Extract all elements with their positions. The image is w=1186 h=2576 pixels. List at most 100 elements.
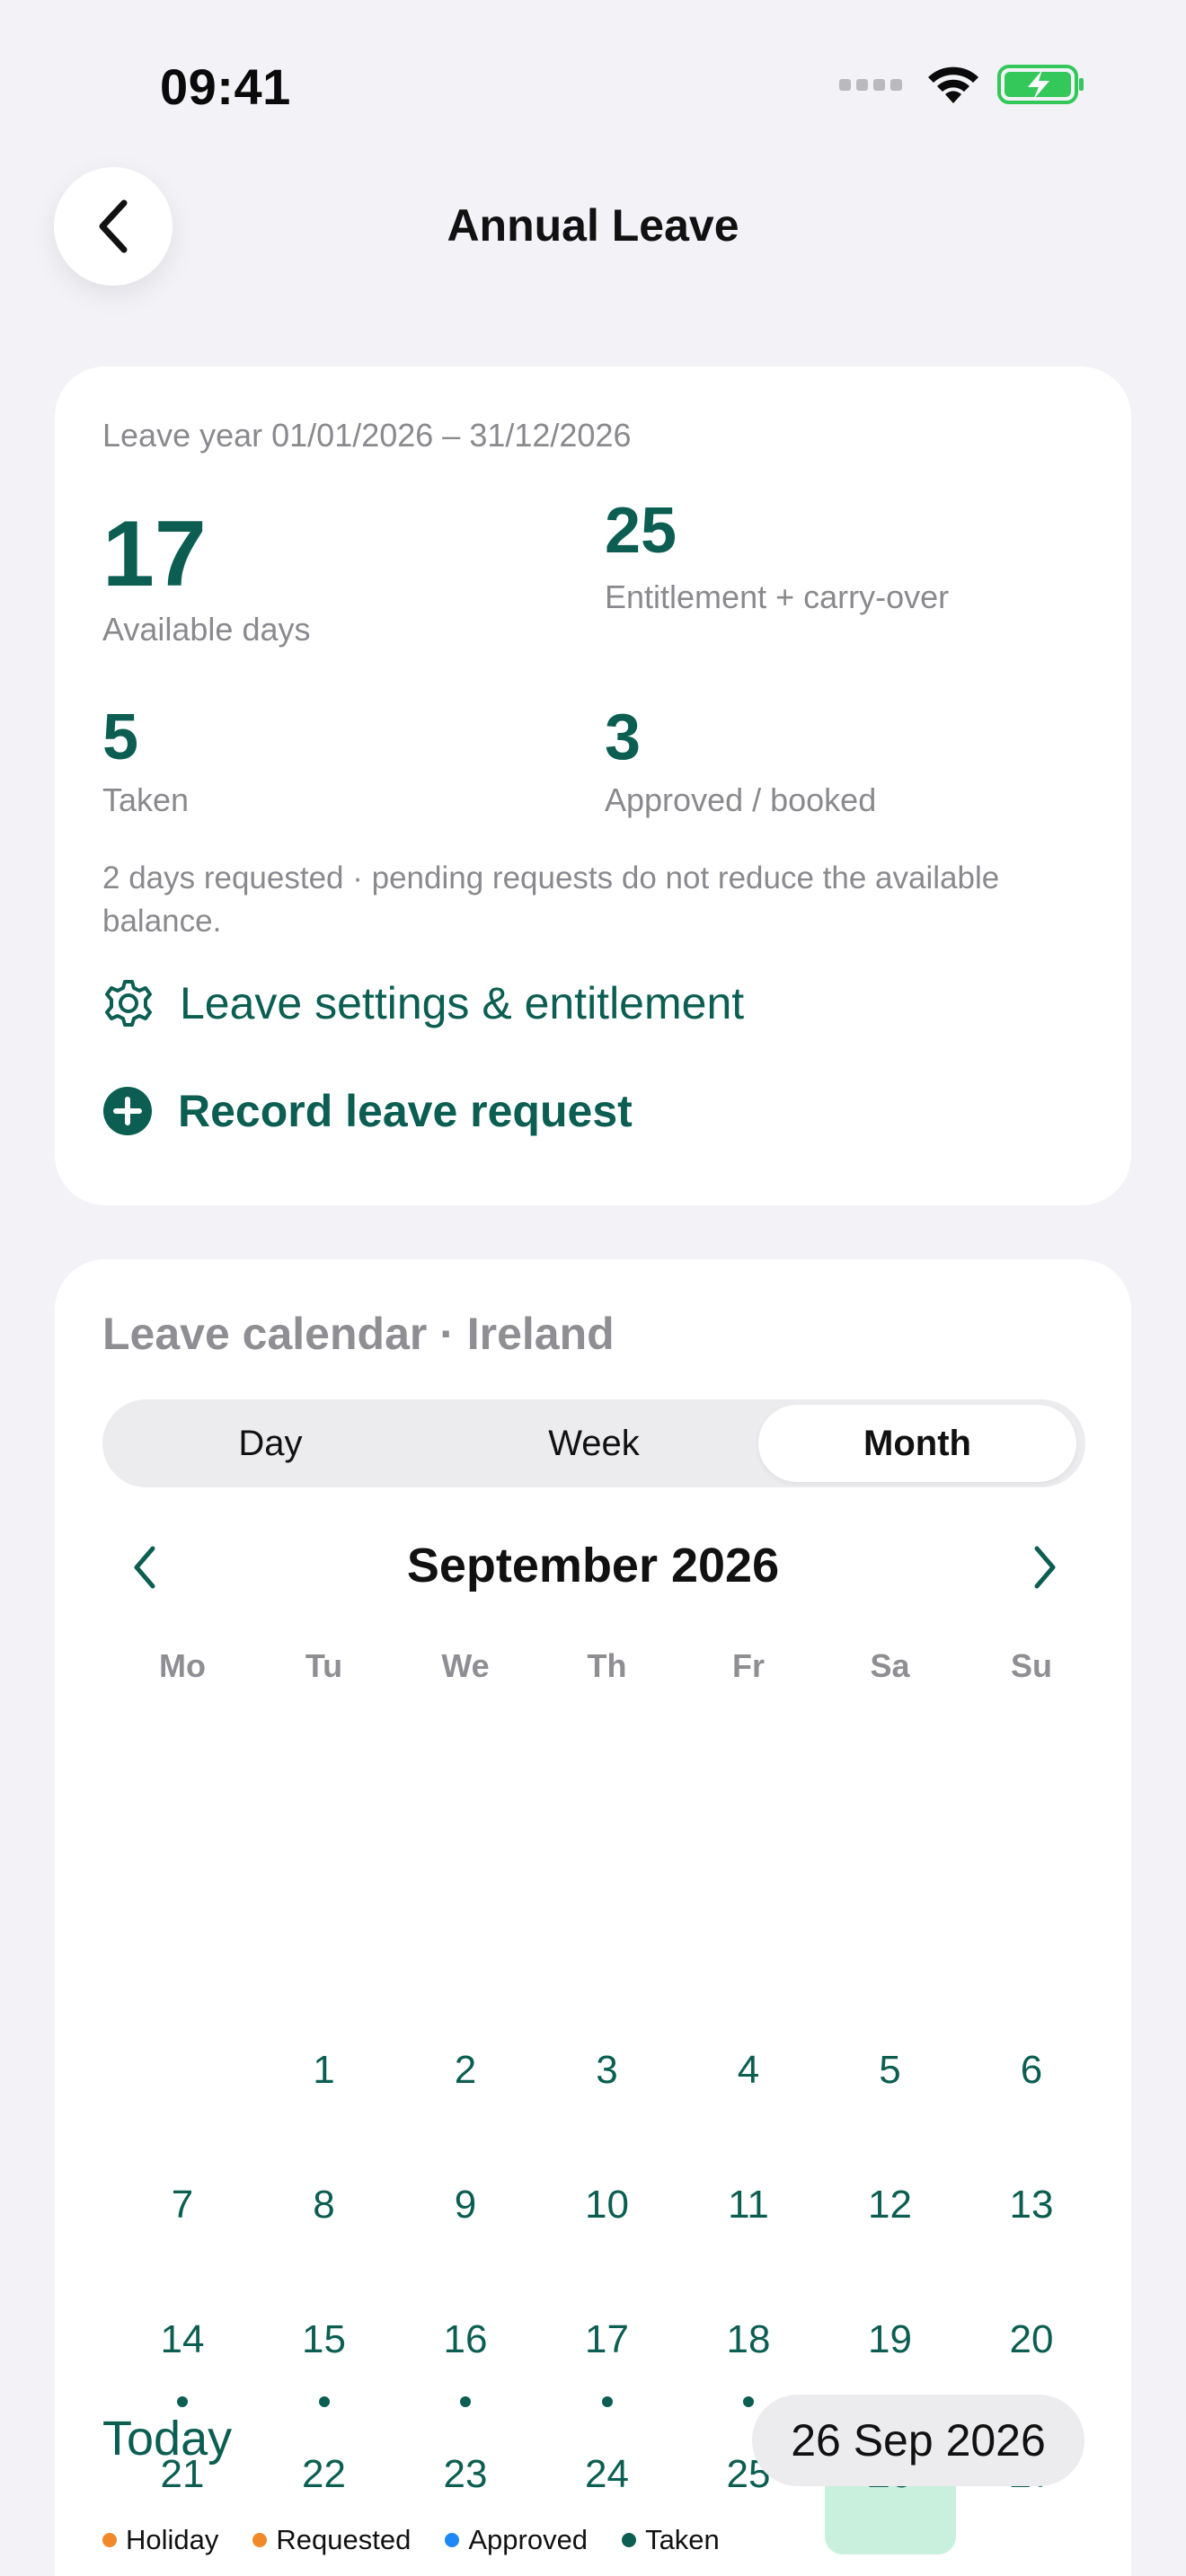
day-number: 17 (585, 2317, 629, 2361)
entitlement-label: Entitlement + carry-over (605, 578, 950, 615)
calendar-day[interactable]: 30 (400, 2572, 531, 2576)
calendar-day[interactable]: 9 (400, 2168, 531, 2285)
screen: 09:41 Annual Leave Leave year 01/01/2026… (0, 0, 1186, 2576)
pending-note: 2 days requested · pending requests do n… (102, 860, 1000, 939)
calendar-day[interactable]: 12 (825, 2168, 956, 2285)
tab-month[interactable]: Month (758, 1405, 1076, 1482)
view-segmented-control: Day Week Month (102, 1399, 1085, 1487)
day-number: 15 (302, 2317, 346, 2361)
calendar-day[interactable]: 3 (542, 2033, 673, 2150)
day-number: 20 (1009, 2317, 1054, 2361)
legend-dot (445, 2533, 460, 2547)
record-leave-button[interactable]: Record leave request (102, 1085, 633, 1137)
legend-item-holiday: Holiday (102, 2524, 218, 2556)
leave-settings-link[interactable]: Leave settings & entitlement (102, 977, 744, 1029)
calendar-day[interactable]: 4 (683, 2033, 814, 2150)
calendar-day[interactable]: 7 (117, 2168, 248, 2285)
legend-item-requested: Requested (252, 2524, 411, 2556)
calendar-day[interactable]: 5 (825, 2033, 956, 2150)
legend-label: Approved (468, 2524, 589, 2555)
tab-week[interactable]: Week (435, 1405, 753, 1482)
calendar-legend: Holiday Requested Approved Taken (102, 2524, 754, 2556)
day-number: 12 (868, 2183, 912, 2227)
leave-summary-card: Leave year 01/01/2026 – 31/12/2026 17 Av… (55, 366, 1131, 1205)
calendar-day[interactable]: 15 (259, 2303, 390, 2420)
legend-label: Requested (276, 2524, 412, 2555)
calendar-day[interactable]: 1 (259, 2033, 390, 2150)
day-number: 8 (313, 2183, 335, 2227)
calendar-day[interactable]: 8 (259, 2168, 390, 2285)
legend-dot (252, 2533, 268, 2547)
calendar-day[interactable]: 14 (117, 2303, 248, 2420)
day-number: 22 (302, 2452, 346, 2496)
calendar-heading: Leave calendar · Ireland (102, 1309, 615, 1359)
weekday-label: Sa (870, 1647, 910, 1684)
status-time: 09:41 (160, 58, 291, 115)
legend-item-taken: Taken (622, 2524, 720, 2556)
calendar-day[interactable]: 11 (683, 2168, 814, 2285)
leave-status-dot (460, 2396, 471, 2407)
day-number: 24 (585, 2452, 629, 2496)
available-days-value: 17 (102, 502, 207, 606)
calendar-day[interactable]: 10 (542, 2168, 673, 2285)
entitlement-value: 25 (605, 495, 677, 567)
legend-label: Taken (645, 2524, 720, 2555)
calendar-day[interactable]: 28 (117, 2572, 248, 2576)
record-leave-label: Record leave request (178, 1086, 633, 1136)
day-number: 6 (1020, 2048, 1043, 2092)
weekday-label: Tu (305, 1647, 343, 1684)
weekday-label: Fr (732, 1647, 765, 1684)
day-number: 13 (1009, 2183, 1054, 2227)
leave-year-range: Leave year 01/01/2026 – 31/12/2026 (102, 417, 632, 454)
chevron-right-icon (1034, 1546, 1056, 1589)
calendar-day[interactable]: 29 (259, 2572, 390, 2576)
legend-dot (622, 2533, 637, 2547)
calendar-day[interactable]: 16 (400, 2303, 531, 2420)
leave-status-dot (601, 2396, 613, 2407)
plus-circle-icon (103, 1087, 152, 1135)
day-number: 19 (868, 2317, 912, 2361)
available-days-label: Available days (102, 611, 311, 648)
taken-value: 5 (102, 701, 139, 773)
day-number: 5 (879, 2048, 901, 2092)
day-number: 2 (454, 2048, 477, 2092)
calendar-day[interactable]: 2 (400, 2033, 531, 2150)
day-number: 18 (726, 2317, 771, 2361)
leave-status-dot (318, 2396, 330, 2407)
approved-label: Approved / booked (605, 781, 877, 818)
day-number: 23 (443, 2452, 488, 2496)
calendar-day[interactable]: 13 (966, 2168, 1097, 2285)
day-number: 3 (596, 2048, 618, 2092)
page-title: Annual Leave (447, 200, 739, 251)
day-number: 1 (313, 2048, 335, 2092)
leave-status-dot (743, 2396, 754, 2407)
status-icons (839, 63, 1085, 106)
day-number: 9 (454, 2183, 477, 2227)
gear-icon (105, 980, 152, 1027)
legend-item-approved: Approved (445, 2524, 588, 2556)
weekday-label: Th (587, 1647, 627, 1684)
day-number: 16 (443, 2317, 488, 2361)
next-month-button[interactable] (1018, 1536, 1072, 1599)
wifi-icon (928, 66, 978, 103)
taken-label: Taken (102, 781, 190, 818)
calendar-day[interactable]: 17 (542, 2303, 673, 2420)
weekday-label: Mo (159, 1647, 206, 1684)
today-date-chip[interactable]: 26 Sep 2026 (752, 2395, 1084, 2486)
today-label: Today (102, 2412, 233, 2466)
day-number: 4 (737, 2048, 760, 2092)
day-number: 10 (585, 2183, 629, 2227)
approved-value: 3 (605, 701, 642, 773)
calendar-day[interactable]: 6 (966, 2033, 1097, 2150)
weekday-label: Su (1010, 1647, 1052, 1684)
day-number: 7 (171, 2183, 194, 2227)
month-title: September 2026 (406, 1539, 780, 1592)
leave-calendar-card: Leave calendar · Ireland Day Week Month … (55, 1259, 1131, 2576)
legend-label: Holiday (126, 2524, 219, 2555)
legend-dot (102, 2533, 117, 2547)
day-number: 14 (160, 2317, 205, 2361)
day-number: 11 (728, 2183, 769, 2227)
leave-status-dot (177, 2396, 188, 2407)
weekday-label: We (441, 1647, 490, 1684)
tab-day[interactable]: Day (111, 1405, 429, 1482)
